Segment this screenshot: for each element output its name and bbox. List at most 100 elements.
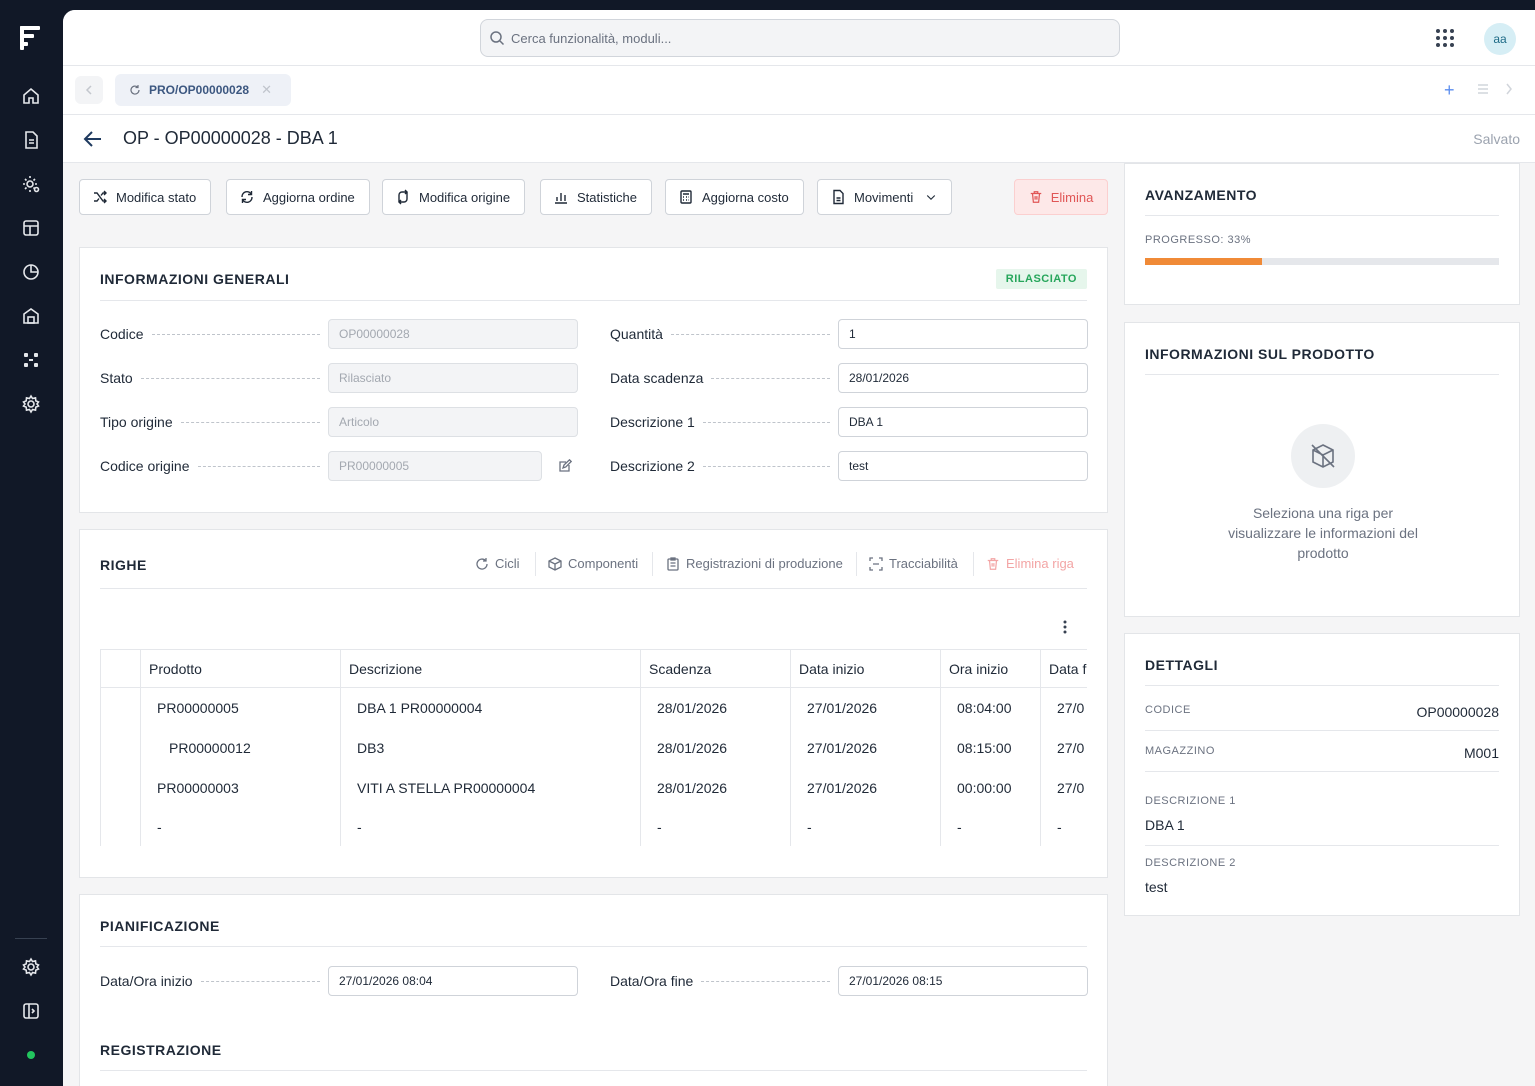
column-header[interactable]: Descrizione [340, 649, 641, 688]
data-ora-fine-input[interactable] [838, 966, 1088, 996]
divider [1145, 771, 1499, 772]
divider [1145, 845, 1499, 846]
codice-origine-input[interactable] [328, 451, 542, 481]
descrizione-1-input[interactable] [838, 407, 1088, 437]
componenti-label: Componenti [568, 556, 639, 571]
settings-icon[interactable] [21, 394, 41, 414]
data-scadenza-input[interactable] [838, 363, 1088, 393]
magazzino-label: MAGAZZINO [1145, 745, 1215, 757]
movimenti-dropdown[interactable]: Movimenti [817, 179, 953, 215]
elimina-riga-button[interactable]: Elimina riga [986, 556, 1074, 571]
registrazioni-label: Registrazioni di produzione [686, 556, 843, 571]
statistiche-button[interactable]: Statistiche [540, 179, 652, 215]
chart-pie-icon[interactable] [21, 262, 41, 282]
search-icon [490, 31, 505, 46]
elimina-button[interactable]: Elimina [1014, 179, 1108, 215]
column-header[interactable]: Prodotto [140, 649, 341, 688]
tracciabilita-button[interactable]: Tracciabilità [869, 556, 958, 571]
sidebar-toggle-icon[interactable] [21, 1001, 41, 1021]
apps-grid-icon[interactable] [1435, 28, 1455, 48]
modifica-origine-label: Modifica origine [419, 189, 511, 205]
column-header[interactable]: Data inizio [790, 649, 941, 688]
column-header[interactable]: Data f [1040, 649, 1087, 688]
clipboard-icon [667, 556, 679, 571]
chevron-right-icon[interactable] [1504, 82, 1514, 96]
tipo-origine-input[interactable] [328, 407, 578, 437]
select-column-header [100, 649, 141, 688]
tab-close-icon[interactable]: ✕ [261, 82, 272, 98]
document-icon[interactable] [21, 130, 41, 150]
table-row[interactable]: PR00000003 VITI A STELLA PR00000004 28/0… [100, 767, 1087, 808]
data-ora-inizio-input[interactable] [328, 966, 578, 996]
righe-card: RIGHE Cicli Componenti Registrazioni di … [79, 529, 1108, 878]
row-select-cell[interactable] [100, 807, 141, 846]
stato-input[interactable] [328, 363, 578, 393]
empty-state-icon-wrapper [1291, 424, 1355, 488]
tab-list-icon[interactable] [1476, 82, 1490, 96]
aggiorna-ordine-button[interactable]: Aggiorna ordine [226, 179, 370, 215]
cube-icon [548, 556, 562, 571]
tab-op00000028[interactable]: PRO/OP00000028 ✕ [115, 74, 291, 106]
progress-label: PROGRESSO: 33% [1145, 234, 1252, 246]
codice-input[interactable] [328, 319, 578, 349]
connection-status-dot [27, 1051, 35, 1059]
back-arrow-icon[interactable] [83, 130, 103, 148]
tab-prev-button[interactable] [75, 76, 103, 104]
righe-table: Prodotto Descrizione Scadenza Data inizi… [100, 649, 1087, 846]
table-cell: 28/01/2026 [640, 727, 791, 768]
progress-bar [1145, 258, 1499, 265]
new-tab-icon[interactable]: + [1444, 81, 1455, 99]
modifica-stato-button[interactable]: Modifica stato [79, 179, 212, 215]
row-select-cell[interactable] [100, 687, 141, 728]
registrazioni-button[interactable]: Registrazioni di produzione [666, 556, 843, 571]
descrizione-2-input[interactable] [838, 451, 1088, 481]
dotted-leader [197, 465, 320, 467]
row-select-cell[interactable] [100, 767, 141, 808]
cicli-button[interactable]: Cicli [475, 556, 520, 571]
column-header[interactable]: Ora inizio [940, 649, 1041, 688]
divider [856, 552, 857, 576]
row-select-cell[interactable] [100, 727, 141, 768]
movimenti-label: Movimenti [854, 189, 914, 205]
app-logo[interactable] [20, 26, 42, 50]
table-header-row: Prodotto Descrizione Scadenza Data inizi… [100, 649, 1087, 688]
table-icon[interactable] [21, 218, 41, 238]
dettagli-card: DETTAGLI CODICE OP00000028 MAGAZZINO M00… [1124, 633, 1520, 916]
divider [1145, 730, 1499, 731]
title-bar: OP - OP00000028 - DBA 1 Salvato [63, 115, 1535, 163]
aggiorna-ordine-label: Aggiorna ordine [263, 189, 355, 205]
modifica-origine-button[interactable]: Modifica origine [382, 179, 526, 215]
table-row[interactable]: PR00000005 DBA 1 PR00000004 28/01/2026 2… [100, 687, 1087, 728]
edit-icon[interactable] [558, 459, 572, 473]
table-cell: - [1040, 807, 1087, 846]
righe-title: RIGHE [100, 557, 147, 573]
settings-icon[interactable] [21, 957, 41, 977]
quantita-input[interactable] [838, 319, 1088, 349]
workflow-icon[interactable] [21, 350, 41, 370]
aggiorna-costo-button[interactable]: Aggiorna costo [665, 179, 804, 215]
table-cell: 28/01/2026 [640, 687, 791, 728]
settings-cog-icon[interactable] [21, 174, 41, 194]
table-row[interactable]: - - - - - - [100, 807, 1087, 846]
user-avatar[interactable]: aa [1484, 23, 1516, 55]
pianificazione-title: PIANIFICAZIONE [100, 918, 220, 934]
dotted-leader [200, 980, 320, 982]
search-input[interactable] [511, 30, 1111, 46]
refresh-icon [130, 85, 140, 95]
table-cell: DBA 1 PR00000004 [340, 687, 641, 728]
warehouse-icon[interactable] [21, 306, 41, 326]
componenti-button[interactable]: Componenti [548, 556, 638, 571]
field-label: Codice [100, 326, 144, 342]
table-cell: - [140, 807, 341, 846]
column-header[interactable]: Scadenza [640, 649, 791, 688]
file-icon [833, 189, 844, 205]
divider [100, 588, 1087, 589]
empty-state-text: Seleziona una riga per visualizzare le i… [1228, 505, 1418, 561]
table-cell: 00:00:00 [940, 767, 1041, 808]
field-stato: Stato [100, 363, 578, 393]
divider [1145, 374, 1499, 375]
home-icon[interactable] [21, 86, 41, 106]
more-vertical-icon[interactable] [1061, 619, 1069, 635]
table-row[interactable]: PR00000012 DB3 28/01/2026 27/01/2026 08:… [100, 727, 1087, 768]
dotted-leader [711, 377, 830, 379]
